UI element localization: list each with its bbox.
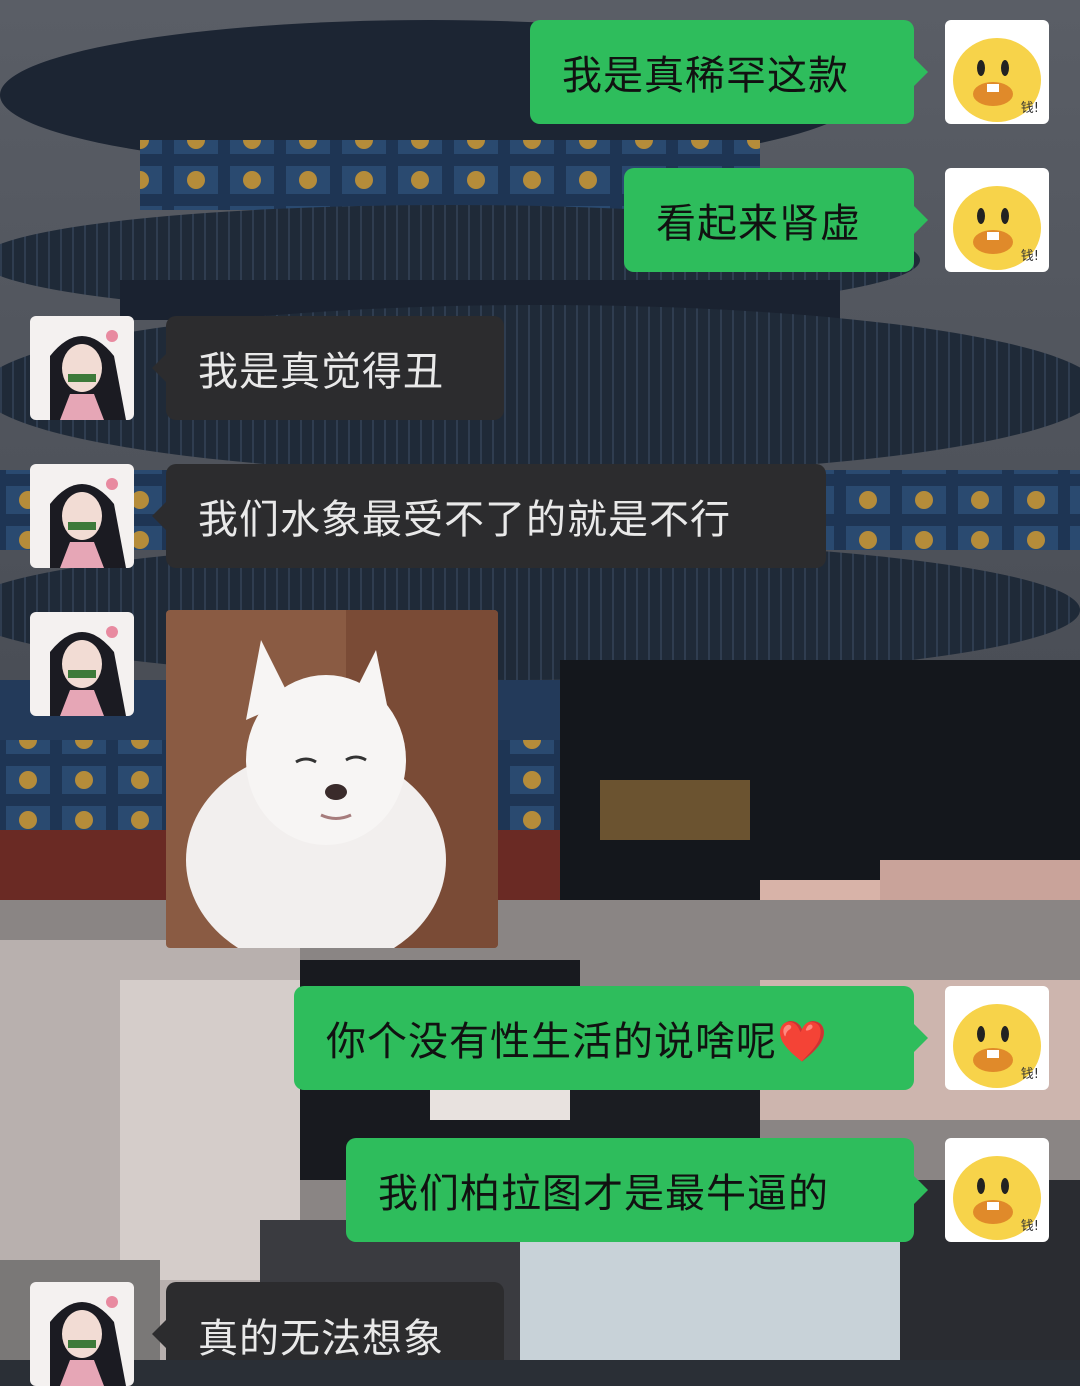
contact-avatar[interactable] [30, 464, 134, 568]
contact-avatar[interactable] [30, 1282, 134, 1386]
message-text: 我们水象最受不了的就是不行 [198, 497, 731, 543]
contact-avatar[interactable] [30, 612, 134, 716]
avatar-badge: 钱! [1021, 249, 1039, 264]
my-avatar[interactable]: 钱! [945, 20, 1049, 124]
message-bubble[interactable]: 你个没有性生活的说啥呢❤️ [294, 986, 928, 1090]
my-avatar[interactable]: 钱! [945, 168, 1049, 272]
dog-sticker-image[interactable] [166, 610, 498, 948]
anime-girl-avatar-icon [30, 316, 134, 420]
message-bubble[interactable]: 真的无法想象 [152, 1282, 504, 1362]
duck-avatar-icon: 钱! [945, 168, 1049, 272]
avatar-badge: 钱! [1021, 101, 1039, 116]
anime-girl-avatar-icon [30, 1282, 134, 1386]
avatar-badge: 钱! [1021, 1067, 1039, 1082]
anime-girl-avatar-icon [30, 612, 134, 716]
duck-avatar-icon: 钱! [945, 986, 1049, 1090]
contact-avatar[interactable] [30, 316, 134, 420]
my-avatar[interactable]: 钱! [945, 1138, 1049, 1242]
message-text: 我们柏拉图才是最牛逼的 [378, 1171, 829, 1217]
avatar-badge: 钱! [1021, 1219, 1039, 1234]
message-text: 我是真稀罕这款 [562, 53, 849, 99]
duck-avatar-icon: 钱! [945, 20, 1049, 124]
message-text: 你个没有性生活的说啥呢❤️ [326, 1019, 828, 1065]
message-bubble[interactable]: 我是真稀罕这款 [530, 20, 928, 124]
message-text: 我是真觉得丑 [198, 349, 444, 395]
message-bubble[interactable]: 看起来肾虚 [624, 168, 928, 272]
message-bubble[interactable]: 我们水象最受不了的就是不行 [152, 464, 826, 568]
anime-girl-avatar-icon [30, 464, 134, 568]
duck-avatar-icon: 钱! [945, 1138, 1049, 1242]
my-avatar[interactable]: 钱! [945, 986, 1049, 1090]
white-dog-icon [166, 610, 498, 948]
message-text: 真的无法想象 [198, 1316, 444, 1362]
message-text: 看起来肾虚 [656, 201, 861, 247]
message-bubble[interactable]: 我是真觉得丑 [152, 316, 504, 420]
message-bubble[interactable]: 我们柏拉图才是最牛逼的 [346, 1138, 928, 1242]
